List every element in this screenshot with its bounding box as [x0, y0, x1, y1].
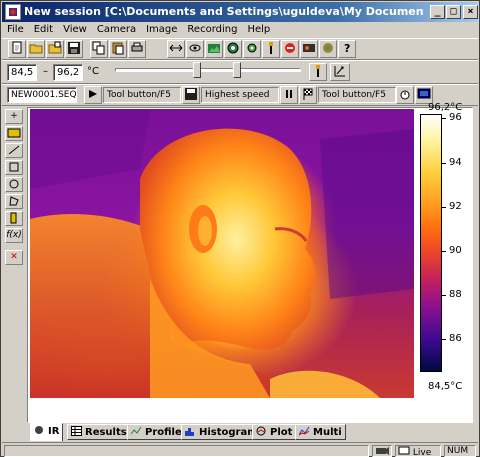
- svg-text:?: ?: [344, 42, 350, 55]
- table-icon: [71, 426, 82, 436]
- menu-help[interactable]: Help: [242, 22, 275, 35]
- profile-icon: [130, 426, 142, 436]
- scale-tick-label: 86: [449, 332, 462, 344]
- menu-edit[interactable]: Edit: [29, 22, 58, 35]
- delete-tool-icon[interactable]: ✕: [5, 250, 23, 265]
- paste-icon[interactable]: [109, 40, 127, 58]
- save-recording-icon[interactable]: [182, 86, 200, 104]
- main-toolbar: ?: [2, 38, 478, 60]
- copy-icon[interactable]: [90, 40, 108, 58]
- recording-toolbar: NEW0001.SEQ Tool button/F5 Highest speed…: [2, 84, 478, 106]
- temperature-scale-bar: [420, 114, 442, 372]
- status-num: NUM: [444, 445, 476, 457]
- formula-tool-icon[interactable]: f(x): [5, 228, 23, 243]
- palette-icon[interactable]: [205, 40, 223, 58]
- scale-tick-label: 88: [449, 288, 462, 300]
- scale-tick-mark: [442, 338, 446, 340]
- range-max-field[interactable]: 96,2: [53, 64, 83, 81]
- menu-bar: File Edit View Camera Image Recording Help: [2, 22, 478, 38]
- record-icon[interactable]: [300, 40, 318, 58]
- camera-icon[interactable]: [186, 40, 204, 58]
- range-slider-min-thumb[interactable]: [193, 62, 201, 78]
- scale-tick-mark: [442, 294, 446, 296]
- isotherm-tool-icon[interactable]: [5, 211, 23, 226]
- status-bar: Live NUM: [2, 442, 478, 457]
- window-title: New session [C:\Documents and Settings\u…: [24, 5, 424, 18]
- auto-adjust-icon[interactable]: [309, 63, 327, 81]
- title-bar[interactable]: New session [C:\Documents and Settings\u…: [2, 2, 478, 22]
- scale-tick-mark: [442, 118, 446, 120]
- scale-tick-mark: [442, 206, 446, 208]
- alarm-clock-icon[interactable]: [396, 86, 414, 104]
- menu-file[interactable]: File: [2, 22, 29, 35]
- line-tool-icon[interactable]: [5, 143, 23, 158]
- application-window: New session [C:\Documents and Settings\u…: [0, 0, 480, 457]
- menu-image[interactable]: Image: [141, 22, 182, 35]
- maximize-button[interactable]: □: [446, 5, 461, 19]
- open-icon[interactable]: [27, 40, 45, 58]
- status-live: Live: [395, 445, 441, 457]
- scale-tick-label: 90: [449, 244, 462, 256]
- scale-tick-mark: [442, 250, 446, 252]
- target-icon[interactable]: [224, 40, 242, 58]
- tab-profile[interactable]: Profile: [127, 424, 186, 440]
- range-slider[interactable]: [115, 68, 301, 72]
- camera-cassette-icon[interactable]: [319, 40, 337, 58]
- stop-icon[interactable]: [281, 40, 299, 58]
- minimize-button[interactable]: _: [430, 5, 445, 19]
- focus-icon[interactable]: [262, 40, 280, 58]
- scale-tick-label: 92: [449, 200, 462, 212]
- tab-ir[interactable]: IR: [30, 423, 64, 441]
- scale-tick-label: 96: [449, 112, 462, 124]
- add-tool-icon[interactable]: +: [5, 109, 23, 124]
- help-icon[interactable]: ?: [338, 40, 356, 58]
- pause-icon[interactable]: [280, 86, 298, 104]
- menu-camera[interactable]: Camera: [92, 22, 141, 35]
- polygon-tool-icon[interactable]: [5, 194, 23, 209]
- checkered-flag-icon[interactable]: [299, 86, 317, 104]
- save-icon[interactable]: [65, 40, 83, 58]
- range-unit: °C: [87, 66, 99, 77]
- histogram-icon: [185, 426, 196, 436]
- tab-histogram[interactable]: Histogram: [181, 424, 262, 440]
- circle-tool-icon[interactable]: [5, 177, 23, 192]
- range-separator: –: [43, 66, 48, 77]
- zoom-icon[interactable]: [167, 40, 185, 58]
- speed-field[interactable]: Highest speed: [201, 87, 279, 103]
- tool-palette: + f(x) ✕: [5, 109, 23, 419]
- thermal-image[interactable]: [30, 109, 414, 398]
- range-min-field[interactable]: 84,5: [7, 64, 37, 81]
- new-icon[interactable]: [8, 40, 26, 58]
- scale-max-label: 96,2°C: [428, 102, 463, 113]
- ir-camera-icon: [34, 425, 45, 435]
- scale-tick-label: 94: [449, 156, 462, 168]
- continuous-adjust-icon[interactable]: [330, 63, 350, 81]
- scale-min-label: 84,5°C: [428, 381, 463, 392]
- close-button[interactable]: ×: [463, 5, 478, 19]
- print-icon[interactable]: [128, 40, 146, 58]
- rectangle-tool-icon[interactable]: [5, 160, 23, 175]
- text-label-tool-icon[interactable]: [5, 126, 23, 141]
- plot-icon: [256, 426, 267, 436]
- tool-button-field-2[interactable]: Tool button/F5: [318, 87, 396, 103]
- multi-icon: [298, 426, 310, 436]
- status-message: [4, 445, 369, 457]
- status-camera-icon: [372, 445, 392, 457]
- menu-recording[interactable]: Recording: [182, 22, 242, 35]
- sequence-file-field[interactable]: NEW0001.SEQ: [7, 87, 77, 103]
- tab-plot[interactable]: Plot: [252, 424, 297, 440]
- open-folder-icon[interactable]: [46, 40, 64, 58]
- menu-view[interactable]: View: [58, 22, 92, 35]
- range-slider-max-thumb[interactable]: [233, 62, 241, 78]
- app-icon[interactable]: [5, 4, 21, 20]
- play-arrow-icon[interactable]: [84, 86, 102, 104]
- tab-results[interactable]: Results: [67, 424, 131, 440]
- tab-multi[interactable]: Multi: [295, 424, 346, 440]
- tool-button-field-1[interactable]: Tool button/F5: [103, 87, 181, 103]
- gear-icon[interactable]: [243, 40, 261, 58]
- scale-tick-mark: [442, 162, 446, 164]
